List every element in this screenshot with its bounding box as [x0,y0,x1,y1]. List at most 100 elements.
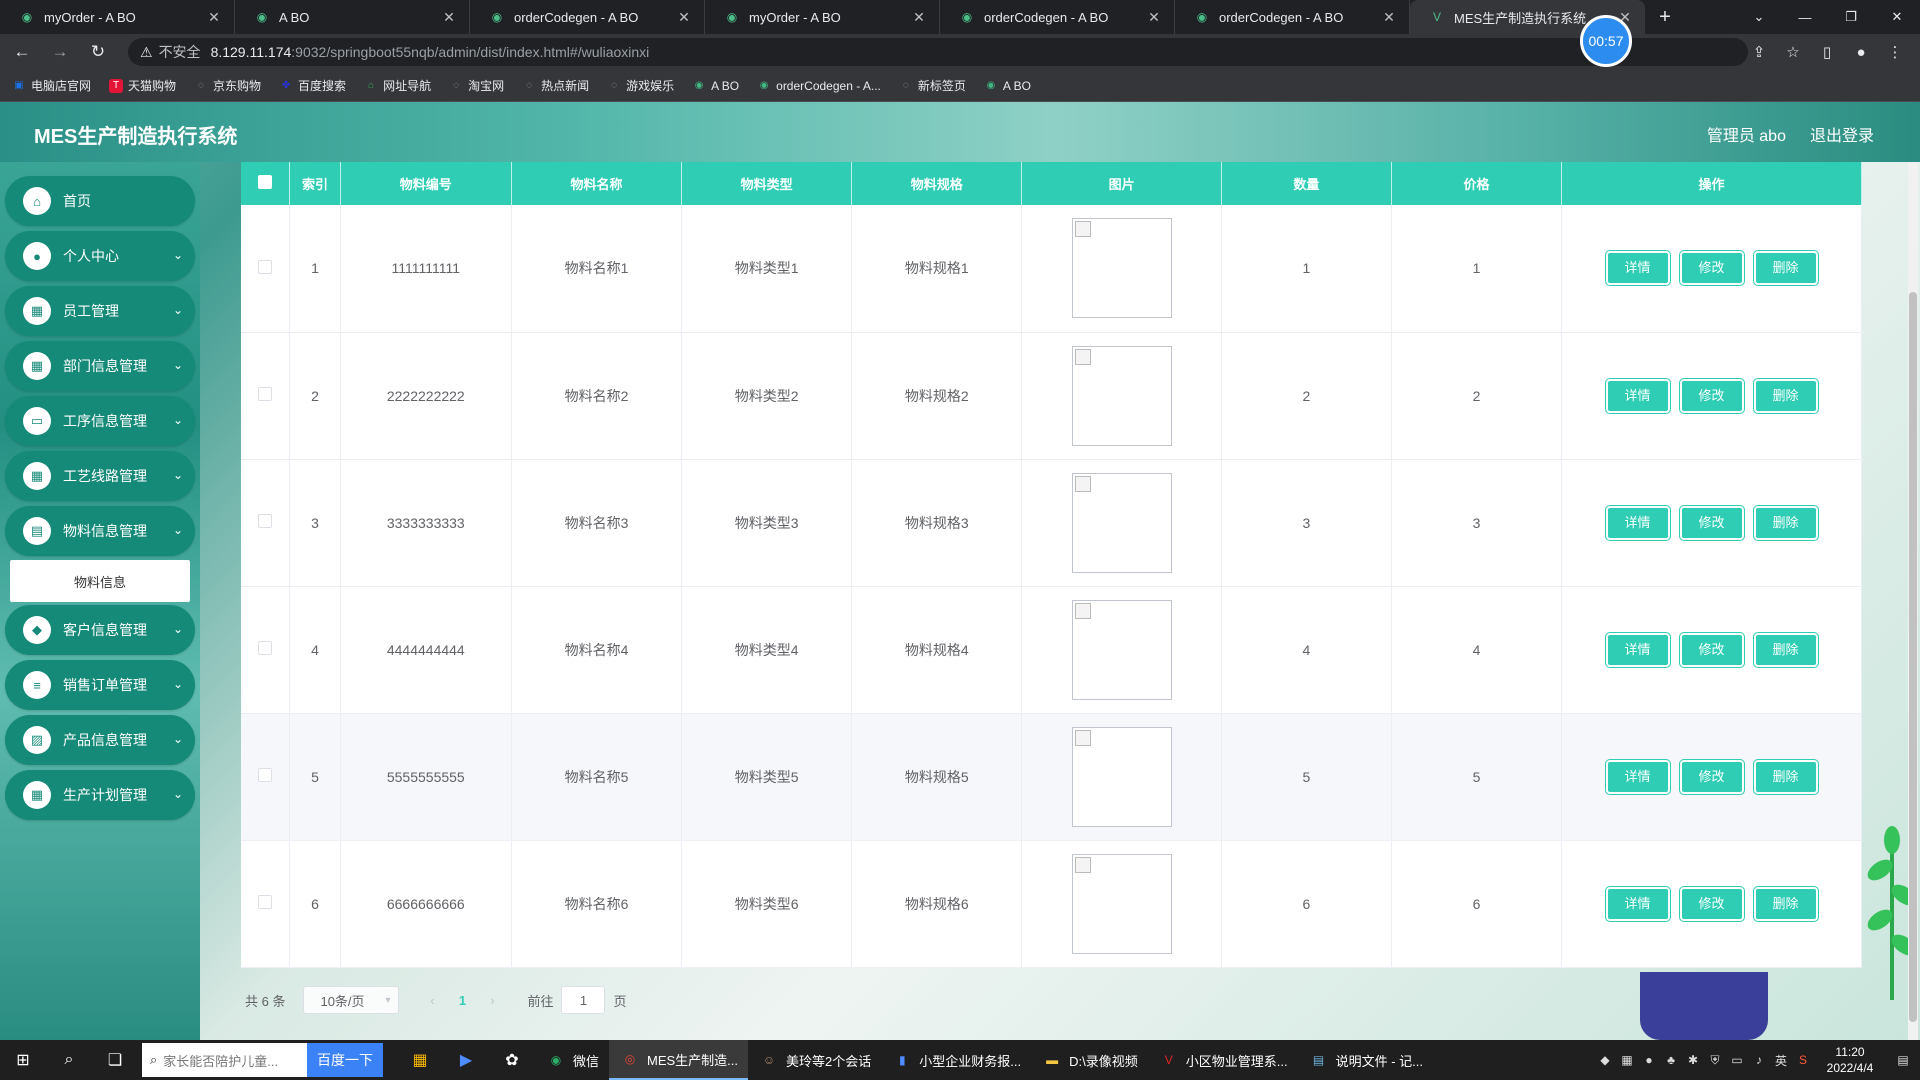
notification-icon[interactable]: ▤ [1886,1053,1920,1067]
edit-button[interactable]: 修改 [1678,250,1745,287]
tray-icon-1[interactable]: ◆ [1594,1053,1616,1067]
sidebar-item[interactable]: ▦ 工艺线路管理 ⌄ [5,451,195,501]
tab-search-icon[interactable]: ⌄ [1736,0,1782,34]
tray-icon-3[interactable]: ♣ [1660,1053,1682,1067]
windows-start-icon[interactable]: ⊞ [0,1040,46,1080]
header-price[interactable]: 价格 [1391,162,1563,205]
bookmark-item[interactable]: ◉ A BO [984,79,1031,93]
sidebar-item[interactable]: ● 个人中心 ⌄ [5,231,195,281]
search-icon[interactable]: ⌕ [46,1040,92,1080]
close-tab-icon[interactable]: ✕ [441,9,457,26]
bookmark-item[interactable]: ◌ 热点新闻 [522,77,589,94]
bookmark-item[interactable]: ◌ 淘宝网 [449,77,504,94]
sidepanel-icon[interactable]: ▯ [1810,43,1844,61]
tray-sogou-icon[interactable]: S [1792,1053,1814,1067]
logout-link[interactable]: 退出登录 [1810,122,1874,146]
select-all-checkbox[interactable] [258,175,273,189]
tray-icon-2[interactable]: ▦ [1616,1053,1638,1067]
sidebar-item[interactable]: ⌂ 首页 [5,176,195,226]
edit-button[interactable]: 修改 [1678,377,1745,414]
close-window-icon[interactable]: ✕ [1874,0,1920,34]
header-qty[interactable]: 数量 [1221,162,1392,205]
row-checkbox[interactable] [258,259,273,274]
taskbar-app[interactable]: ▤ 说明文件 - 记... [1298,1040,1433,1080]
detail-button[interactable]: 详情 [1604,758,1671,795]
row-checkbox[interactable] [258,895,273,909]
reload-icon[interactable]: ↻ [82,36,114,68]
tray-shield-icon[interactable]: ⛨ [1704,1053,1726,1068]
taskbar-app[interactable]: ◉ 微信 [535,1040,609,1080]
browser-tab[interactable]: ◉ myOrder - A BO ✕ [0,0,235,34]
sidebar-item[interactable]: ▦ 员工管理 ⌄ [5,286,195,336]
bookmark-item[interactable]: ◌ 新标签页 [899,77,966,94]
bookmark-item[interactable]: ◉ A BO [692,79,739,93]
profile-icon[interactable]: ● [1844,44,1878,61]
prev-page-button[interactable]: ‹ [417,986,447,1014]
edit-button[interactable]: 修改 [1678,885,1745,922]
edit-button[interactable]: 修改 [1678,631,1745,668]
row-checkbox[interactable] [258,514,273,528]
header-type[interactable]: 物料类型 [681,162,853,205]
bookmark-item[interactable]: ▣ 电脑店官网 [12,77,91,94]
sidebar-item[interactable]: ◆ 客户信息管理 ⌄ [5,605,195,655]
taskbar-app[interactable]: V 小区物业管理系... [1148,1040,1298,1080]
detail-button[interactable]: 详情 [1604,377,1671,414]
sidebar-item[interactable]: ▨ 产品信息管理 ⌄ [5,715,195,765]
recording-timer[interactable]: 00:57 [1580,15,1632,67]
detail-button[interactable]: 详情 [1604,631,1671,668]
bookmark-star-icon[interactable]: ☆ [1776,43,1810,61]
forward-icon[interactable]: → [44,36,76,68]
page-number-current[interactable]: 1 [447,986,477,1014]
browser-tab[interactable]: ◉ orderCodegen - A BO ✕ [1175,0,1410,34]
delete-button[interactable]: 删除 [1752,377,1819,414]
page-scrollbar[interactable] [1908,162,1918,1040]
browser-tab[interactable]: ◉ orderCodegen - A BO ✕ [470,0,705,34]
taskbar-app[interactable]: ▮ 小型企业财务报... [881,1040,1031,1080]
header-name[interactable]: 物料名称 [511,162,683,205]
close-tab-icon[interactable]: ✕ [206,9,222,26]
row-checkbox[interactable] [258,768,273,782]
sidebar-item[interactable]: ▤ 物料信息管理 ⌄ [5,506,195,556]
detail-button[interactable]: 详情 [1604,504,1671,541]
next-page-button[interactable]: › [477,986,507,1014]
row-checkbox[interactable] [258,387,273,401]
gear-app-icon[interactable]: ✿ [489,1040,535,1080]
share-icon[interactable]: ⇪ [1742,43,1776,61]
back-icon[interactable]: ← [6,36,38,68]
taskbar-app[interactable]: ◎ MES生产制造... [609,1040,749,1080]
taskbar-app[interactable]: ☺ 美玲等2个会话 [748,1040,881,1080]
clock[interactable]: 11:20 2022/4/4 [1814,1044,1886,1076]
bookmark-item[interactable]: ⌂ 网址导航 [364,77,431,94]
sidebar-subitem-material[interactable]: 物料信息 [10,560,190,602]
tray-icon-4[interactable]: ✱ [1682,1053,1704,1067]
sidebar-item[interactable]: ▦ 生产计划管理 ⌄ [5,770,195,820]
header-spec[interactable]: 物料规格 [851,162,1023,205]
restore-icon[interactable]: ❐ [1828,0,1874,34]
player-app-icon[interactable]: ▶ [443,1040,489,1080]
bookmark-item[interactable]: ◌ 京东购物 [194,77,261,94]
bookmark-item[interactable]: ◌ 游戏娱乐 [607,77,674,94]
delete-button[interactable]: 删除 [1752,631,1819,668]
taskbar-app[interactable]: ▬ D:\录像视频 [1031,1040,1148,1080]
menu-dots-icon[interactable]: ⋮ [1878,43,1912,61]
sidebar-item[interactable]: ≡ 销售订单管理 ⌄ [5,660,195,710]
browser-tab[interactable]: ◉ A BO ✕ [235,0,470,34]
detail-button[interactable]: 详情 [1604,250,1671,287]
tray-wechat-icon[interactable]: ● [1638,1053,1660,1067]
tray-network-icon[interactable]: ▭ [1726,1053,1748,1067]
bookmark-item[interactable]: ✤ 百度搜索 [279,77,346,94]
row-checkbox[interactable] [258,641,273,655]
header-code[interactable]: 物料编号 [340,162,512,205]
close-tab-icon[interactable]: ✕ [911,9,927,26]
close-tab-icon[interactable]: ✕ [1381,9,1397,26]
taskbar-search-input[interactable]: ⌕ 家长能否陪护儿童... [142,1043,307,1077]
delete-button[interactable]: 删除 [1752,885,1819,922]
delete-button[interactable]: 删除 [1752,250,1819,287]
page-size-select[interactable]: 10条/页 ▾ [303,986,400,1014]
browser-tab[interactable]: ◉ orderCodegen - A BO ✕ [940,0,1175,34]
store-app-icon[interactable]: ▦ [397,1040,443,1080]
task-view-icon[interactable]: ❏ [92,1040,138,1080]
bookmark-item[interactable]: ◉ orderCodegen - A... [757,79,881,93]
ime-indicator[interactable]: 英 [1770,1052,1792,1069]
close-tab-icon[interactable]: ✕ [1146,9,1162,26]
